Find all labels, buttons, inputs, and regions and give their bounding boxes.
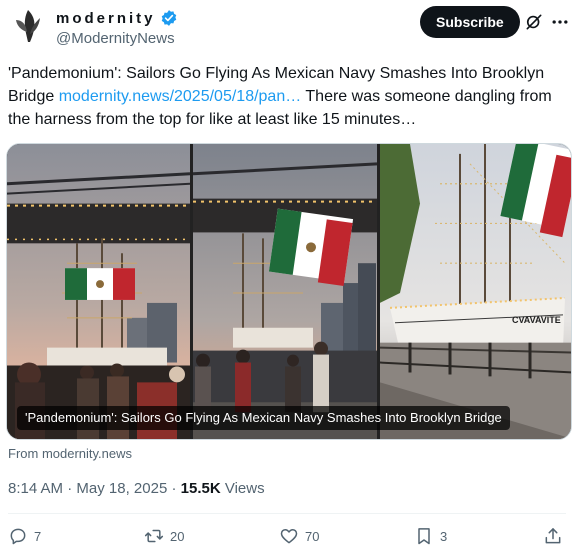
media-image-1 [7, 144, 190, 439]
modernity-logo-icon [8, 6, 48, 46]
like-button[interactable]: 70 [279, 526, 319, 546]
bookmark-button[interactable]: 3 [414, 526, 447, 546]
more-icon[interactable] [550, 12, 570, 32]
tweet-text: 'Pandemonium': Sailors Go Flying As Mexi… [8, 62, 568, 131]
tweet-date[interactable]: May 18, 2025 [76, 480, 167, 497]
tweet-time[interactable]: 8:14 AM [8, 480, 63, 497]
like-count: 70 [305, 528, 320, 544]
media-card[interactable]: CVAVAVITE 'Pandemonium': Sailors Go Flyi… [6, 143, 572, 440]
meta-separator: · [63, 480, 77, 497]
media-image-3: CVAVAVITE [380, 144, 571, 439]
repost-button[interactable]: 20 [144, 526, 184, 546]
display-name[interactable]: modernity [56, 10, 156, 27]
tweet-meta: 8:14 AM · May 18, 2025 · 15.5K Views [8, 480, 265, 497]
reply-icon [10, 528, 26, 545]
meta-separator: · [167, 480, 181, 497]
subscribe-button[interactable]: Subscribe [420, 6, 520, 38]
tweet-header: modernity @ModernityNews Subscribe [8, 4, 568, 54]
ship-name-label: CVAVAVITE [512, 315, 561, 325]
avatar[interactable] [8, 6, 48, 46]
heart-icon [280, 529, 298, 544]
reply-count: 7 [34, 528, 42, 544]
share-button[interactable] [543, 526, 563, 546]
grok-icon[interactable] [524, 12, 544, 32]
repost-count: 20 [170, 528, 185, 544]
divider [8, 513, 566, 514]
media-image-2 [193, 144, 377, 439]
verified-badge-icon [161, 10, 176, 26]
bookmark-icon [418, 528, 430, 545]
views-count: 15.5K [180, 480, 221, 497]
author-handle[interactable]: @ModernityNews [56, 30, 175, 47]
bookmark-count: 3 [440, 528, 448, 544]
repost-icon [144, 529, 164, 543]
article-link[interactable]: modernity.news/2025/05/18/pan… [59, 88, 302, 105]
media-caption: 'Pandemonium': Sailors Go Flying As Mexi… [17, 406, 510, 430]
share-icon [545, 528, 561, 544]
action-bar: 7 20 70 3 [0, 526, 574, 554]
source-label[interactable]: From modernity.news [8, 446, 132, 461]
author-name-row[interactable]: modernity [56, 9, 178, 27]
views-label: Views [220, 480, 265, 497]
reply-button[interactable]: 7 [8, 526, 41, 546]
